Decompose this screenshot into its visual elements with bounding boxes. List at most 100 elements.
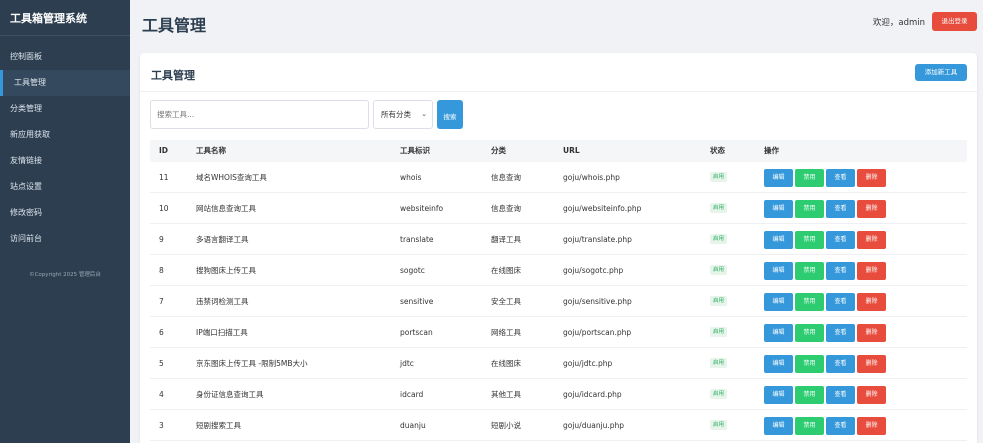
cell-id: 6 xyxy=(159,328,164,337)
disable-button[interactable]: 禁用 xyxy=(795,200,824,218)
row-actions: 编辑 禁用 查看 删除 xyxy=(764,417,888,435)
table-row: 6 IP端口扫描工具 portscan 网络工具 goju/portscan.php 启用… xyxy=(150,317,967,348)
view-button[interactable]: 查看 xyxy=(826,262,855,280)
table-row: 9 多语言翻译工具 translate 翻译工具 goju/translate.php 启… xyxy=(150,224,967,255)
column-header-category: 分类 xyxy=(491,146,506,155)
view-button[interactable]: 查看 xyxy=(826,293,855,311)
search-button[interactable]: 搜索 xyxy=(437,100,463,129)
cell-url: goju/sogotc.php xyxy=(563,266,624,275)
edit-button[interactable]: 编辑 xyxy=(764,200,793,218)
disable-button[interactable]: 禁用 xyxy=(795,169,824,187)
cell-status: 启用 xyxy=(710,286,728,317)
edit-button[interactable]: 编辑 xyxy=(764,262,793,280)
delete-button[interactable]: 删除 xyxy=(857,355,886,373)
edit-button[interactable]: 编辑 xyxy=(764,293,793,311)
copyright: ©Copyright 2025 管理后台 xyxy=(0,270,130,281)
delete-button[interactable]: 删除 xyxy=(857,262,886,280)
sidebar-item-friend-links[interactable]: 友情链接 xyxy=(0,148,130,174)
sidebar-item-categories[interactable]: 分类管理 xyxy=(0,96,130,122)
column-header-id: ID xyxy=(159,146,169,155)
category-select[interactable]: 所有分类 ⌄ xyxy=(373,100,433,129)
row-actions: 编辑 禁用 查看 删除 xyxy=(764,231,888,249)
cell-category: 网络工具 xyxy=(491,328,521,337)
cell-name: 京东图床上传工具 -限制5MB大小 xyxy=(196,359,308,368)
delete-button[interactable]: 删除 xyxy=(857,200,886,218)
delete-button[interactable]: 删除 xyxy=(857,324,886,342)
sidebar-item-new-apps[interactable]: 新应用获取 xyxy=(0,122,130,148)
row-actions: 编辑 禁用 查看 删除 xyxy=(764,355,888,373)
cell-id: 8 xyxy=(159,266,164,275)
cell-status: 启用 xyxy=(710,255,728,286)
add-tool-button[interactable]: 添加新工具 xyxy=(915,64,967,81)
view-button[interactable]: 查看 xyxy=(826,324,855,342)
sidebar-item-change-password[interactable]: 修改密码 xyxy=(0,200,130,226)
edit-button[interactable]: 编辑 xyxy=(764,169,793,187)
cell-key: sensitive xyxy=(400,297,434,306)
edit-button[interactable]: 编辑 xyxy=(764,386,793,404)
card-divider xyxy=(140,91,977,92)
view-button[interactable]: 查看 xyxy=(826,355,855,373)
table-row: 10 网站信息查询工具 websiteinfo 信息查询 goju/websiteinf… xyxy=(150,193,967,224)
view-button[interactable]: 查看 xyxy=(826,417,855,435)
disable-button[interactable]: 禁用 xyxy=(795,355,824,373)
edit-button[interactable]: 编辑 xyxy=(764,417,793,435)
sidebar-item-visit-frontend[interactable]: 访问前台 xyxy=(0,226,130,252)
view-button[interactable]: 查看 xyxy=(826,386,855,404)
cell-id: 4 xyxy=(159,390,164,399)
cell-id: 3 xyxy=(159,421,164,430)
row-actions: 编辑 禁用 查看 删除 xyxy=(764,324,888,342)
disable-button[interactable]: 禁用 xyxy=(795,386,824,404)
welcome-text: 欢迎，admin xyxy=(872,18,925,28)
sidebar-item-tools[interactable]: 工具管理 xyxy=(0,70,130,96)
cell-key: sogotc xyxy=(400,266,425,275)
cell-status: 启用 xyxy=(710,162,728,193)
table-header: ID 工具名称 工具标识 分类 URL 状态 操作 xyxy=(150,140,967,162)
disable-button[interactable]: 禁用 xyxy=(795,324,824,342)
delete-button[interactable]: 删除 xyxy=(857,231,886,249)
column-header-actions: 操作 xyxy=(764,146,779,155)
cell-category: 在线图床 xyxy=(491,359,521,368)
table-row: 4 身份证信息查询工具 idcard 其他工具 goju/idcard.php 启用 编辑禁… xyxy=(150,379,967,410)
cell-key: idcard xyxy=(400,390,424,399)
disable-button[interactable]: 禁用 xyxy=(795,231,824,249)
cell-status: 启用 xyxy=(710,224,728,255)
cell-key: duanju xyxy=(400,421,426,430)
edit-button[interactable]: 编辑 xyxy=(764,355,793,373)
disable-button[interactable]: 禁用 xyxy=(795,262,824,280)
cell-name: 违禁词检测工具 xyxy=(196,297,249,306)
status-badge: 启用 xyxy=(710,234,728,244)
cell-category: 其他工具 xyxy=(491,390,521,399)
table-row: 8 搜狗图床上传工具 sogotc 在线图床 goju/sogotc.php 启用 编辑 禁用… xyxy=(150,255,967,286)
status-badge: 启用 xyxy=(710,296,728,306)
search-input[interactable] xyxy=(150,100,369,129)
disable-button[interactable]: 禁用 xyxy=(795,293,824,311)
cell-name: 网站信息查询工具 xyxy=(196,204,256,213)
delete-button[interactable]: 删除 xyxy=(857,417,886,435)
column-header-key: 工具标识 xyxy=(400,146,430,155)
column-header-url: URL xyxy=(563,146,580,155)
status-badge: 启用 xyxy=(710,389,728,399)
status-badge: 启用 xyxy=(710,172,728,182)
view-button[interactable]: 查看 xyxy=(826,200,855,218)
cell-status: 启用 xyxy=(710,317,728,348)
row-actions: 编辑 禁用 查看 删除 xyxy=(764,169,888,187)
delete-button[interactable]: 删除 xyxy=(857,293,886,311)
delete-button[interactable]: 删除 xyxy=(857,169,886,187)
cell-name: 搜狗图床上传工具 xyxy=(196,266,256,275)
logout-button[interactable]: 退出登录 xyxy=(932,12,977,31)
cell-key: portscan xyxy=(400,328,433,337)
status-badge: 启用 xyxy=(710,203,728,213)
edit-button[interactable]: 编辑 xyxy=(764,324,793,342)
view-button[interactable]: 查看 xyxy=(826,169,855,187)
edit-button[interactable]: 编辑 xyxy=(764,231,793,249)
cell-status: 启用 xyxy=(710,379,728,410)
sidebar-item-dashboard[interactable]: 控制面板 xyxy=(0,44,130,70)
delete-button[interactable]: 删除 xyxy=(857,386,886,404)
disable-button[interactable]: 禁用 xyxy=(795,417,824,435)
cell-category: 信息查询 xyxy=(491,204,521,213)
cell-id: 5 xyxy=(159,359,164,368)
status-badge: 启用 xyxy=(710,265,728,275)
view-button[interactable]: 查看 xyxy=(826,231,855,249)
sidebar-item-site-settings[interactable]: 站点设置 xyxy=(0,174,130,200)
cell-id: 7 xyxy=(159,297,164,306)
